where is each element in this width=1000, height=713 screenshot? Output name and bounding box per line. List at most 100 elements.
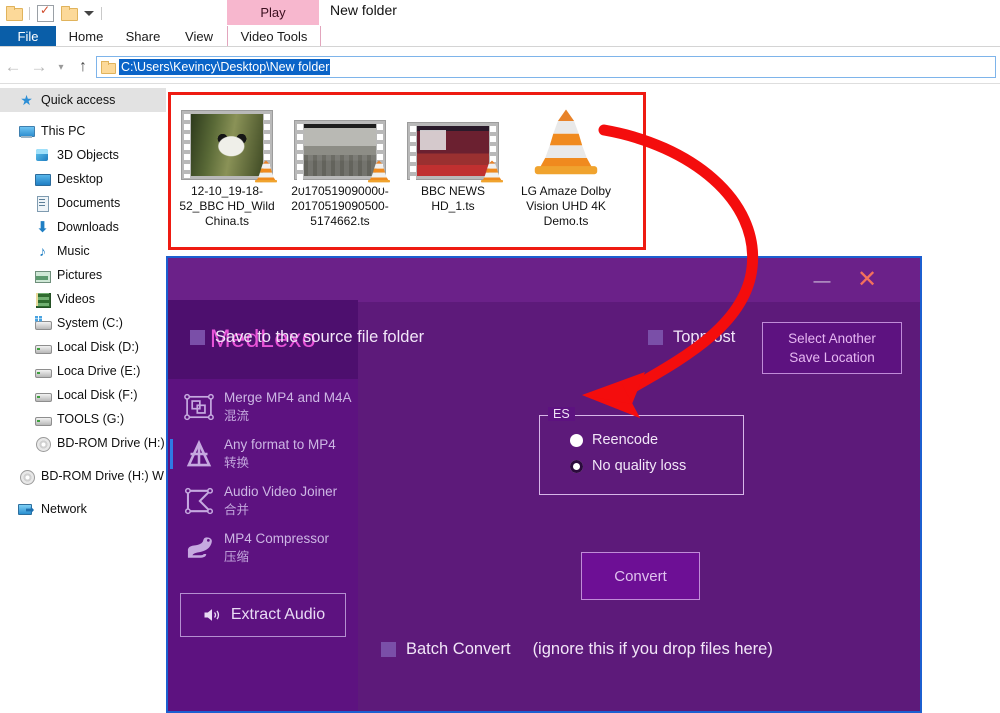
- list-item[interactable]: 20170519090000-20170519090500-5174662.ts: [285, 106, 395, 254]
- sidebar-item-label: This PC: [41, 124, 86, 138]
- vlc-cone-icon: [255, 160, 277, 183]
- forward-arrow-icon[interactable]: →: [26, 54, 52, 80]
- sidebar-item-documents[interactable]: Documents: [0, 191, 166, 215]
- drive-icon: [34, 363, 52, 380]
- sidebar-item-local-disk-f[interactable]: Local Disk (F:): [0, 383, 166, 407]
- file-name: 12-10_19-18-52_BBC HD_Wild China.ts: [179, 184, 275, 228]
- sidebar-item-convert[interactable]: Any format to MP4 转换: [168, 430, 358, 477]
- optical-drive-icon: [34, 435, 51, 452]
- batch-convert-row[interactable]: Batch Convert (ignore this if you drop f…: [381, 640, 773, 659]
- sidebar-item-loca-drive-e[interactable]: Loca Drive (E:): [0, 359, 166, 383]
- sidebar-item-label: Documents: [57, 196, 121, 210]
- extract-audio-label: Extract Audio: [230, 606, 326, 623]
- convert-icon: [186, 439, 212, 466]
- tab-home[interactable]: Home: [60, 26, 112, 47]
- convert-button[interactable]: Convert: [581, 552, 700, 600]
- tab-view[interactable]: View: [174, 26, 224, 47]
- sidebar-item-merge[interactable]: Merge MP4 and M4A 混流: [168, 383, 358, 430]
- save-to-source-checkbox-row[interactable]: Save to the source file folder: [190, 328, 424, 347]
- folder-icon[interactable]: [6, 6, 23, 21]
- sidebar-item-label: 3D Objects: [57, 148, 119, 162]
- drive-icon: [34, 339, 52, 356]
- batch-convert-checkbox[interactable]: [381, 642, 396, 657]
- joiner-icon: [184, 487, 214, 514]
- sidebar-item-label: Local Disk (F:): [57, 388, 138, 402]
- documents-icon: [34, 195, 51, 212]
- sidebar-item-videos[interactable]: Videos: [0, 287, 166, 311]
- address-input[interactable]: C:\Users\Kevincy\Desktop\New folder: [96, 56, 996, 78]
- save-to-source-checkbox[interactable]: [190, 330, 205, 345]
- minimize-icon[interactable]: —: [812, 272, 832, 289]
- merge-icon: [184, 393, 214, 420]
- folder-icon-address: [101, 61, 116, 74]
- 3d-objects-icon: [34, 147, 51, 164]
- properties-icon[interactable]: [37, 3, 54, 22]
- sidebar-item-3d-objects[interactable]: 3D Objects: [0, 143, 166, 167]
- radio-reencode[interactable]: Reencode: [570, 432, 658, 448]
- tab-video-tools[interactable]: Video Tools: [227, 26, 321, 47]
- file-thumbnail: [405, 106, 503, 190]
- sidebar-item-label: Music: [57, 244, 90, 258]
- sidebar-item-label: Desktop: [57, 172, 103, 186]
- select-another-save-location-button[interactable]: Select Another Save Location: [762, 322, 902, 374]
- sidebar-item-sublabel: 压缩: [224, 549, 250, 564]
- list-item[interactable]: BBC NEWS HD_1.ts: [398, 106, 508, 254]
- sidebar-item-label: BD-ROM Drive (H:): [57, 436, 165, 450]
- network-icon: [18, 501, 35, 518]
- address-path-text: C:\Users\Kevincy\Desktop\New folder: [119, 59, 331, 75]
- sidebar-item-desktop[interactable]: Desktop: [0, 167, 166, 191]
- sidebar-item-label: Merge MP4 and M4A: [224, 389, 352, 405]
- sidebar-item-local-disk-d[interactable]: Local Disk (D:): [0, 335, 166, 359]
- tab-file[interactable]: File: [0, 26, 56, 47]
- list-item[interactable]: LG Amaze Dolby Vision UHD 4K Demo.ts: [511, 106, 621, 254]
- close-icon[interactable]: ✕: [853, 268, 881, 292]
- sidebar-item-bdrom-h[interactable]: BD-ROM Drive (H:): [0, 431, 166, 455]
- address-divider: [0, 83, 1000, 84]
- radio-reencode-indicator[interactable]: [570, 433, 583, 447]
- new-folder-icon[interactable]: [61, 6, 78, 21]
- sidebar-item-label: Local Disk (D:): [57, 340, 139, 354]
- file-name: LG Amaze Dolby Vision UHD 4K Demo.ts: [520, 184, 612, 228]
- extract-audio-button[interactable]: Extract Audio: [180, 593, 346, 637]
- sidebar-item-quick-access[interactable]: ★ Quick access: [0, 88, 166, 112]
- batch-convert-hint: (ignore this if you drop files here): [532, 640, 773, 658]
- batch-convert-label: Batch Convert: [406, 640, 511, 658]
- system-drive-icon: [34, 315, 52, 332]
- address-bar-row: ← → ▾ ↑ C:\Users\Kevincy\Desktop\New fol…: [0, 52, 1000, 82]
- tab-share[interactable]: Share: [116, 26, 170, 47]
- sidebar-item-pictures[interactable]: Pictures: [0, 263, 166, 287]
- window-title: New folder: [330, 2, 397, 18]
- radio-no-quality-loss[interactable]: No quality loss: [570, 458, 686, 474]
- sidebar-item-network[interactable]: Network: [0, 497, 166, 521]
- sidebar-item-label: MP4 Compressor: [224, 530, 330, 546]
- optical-drive-icon: [18, 468, 35, 485]
- medlexo-titlebar[interactable]: [168, 258, 920, 302]
- recent-locations-icon[interactable]: ▾: [52, 54, 70, 80]
- sidebar-item-compressor[interactable]: MP4 Compressor 压缩: [168, 524, 358, 571]
- back-arrow-icon[interactable]: ←: [0, 54, 26, 80]
- customize-caret-icon[interactable]: [84, 10, 94, 16]
- toolbar-divider-2: [101, 6, 102, 20]
- topmost-checkbox-row[interactable]: Topmost: [648, 328, 735, 347]
- list-item[interactable]: 12-10_19-18-52_BBC HD_Wild China.ts: [172, 106, 282, 254]
- up-arrow-icon[interactable]: ↑: [70, 54, 96, 80]
- select-location-line1: Select Another: [788, 331, 876, 346]
- sidebar-item-downloads[interactable]: ⬇ Downloads: [0, 215, 166, 239]
- sidebar-item-sublabel: 混流: [224, 408, 250, 423]
- sidebar-item-tools-g[interactable]: TOOLS (G:): [0, 407, 166, 431]
- sidebar-item-sublabel: 转换: [224, 455, 250, 470]
- sidebar-item-bdrom-h-w[interactable]: BD-ROM Drive (H:) W: [0, 464, 166, 488]
- star-icon: ★: [20, 91, 33, 108]
- sidebar-item-sublabel: 合并: [224, 502, 250, 517]
- sidebar-item-label: BD-ROM Drive (H:) W: [41, 469, 164, 483]
- vlc-cone-icon: [481, 160, 503, 183]
- select-location-line2: Save Location: [789, 350, 875, 365]
- sidebar-item-this-pc[interactable]: This PC: [0, 119, 166, 143]
- topmost-checkbox[interactable]: [648, 330, 663, 345]
- toolbar-divider: [29, 6, 30, 20]
- sidebar-item-joiner[interactable]: Audio Video Joiner 合并: [168, 477, 358, 524]
- radio-no-quality-loss-indicator[interactable]: [570, 459, 583, 473]
- sidebar-item-system-c[interactable]: System (C:): [0, 311, 166, 335]
- sidebar-item-music[interactable]: ♪ Music: [0, 239, 166, 263]
- videos-icon: [34, 291, 51, 308]
